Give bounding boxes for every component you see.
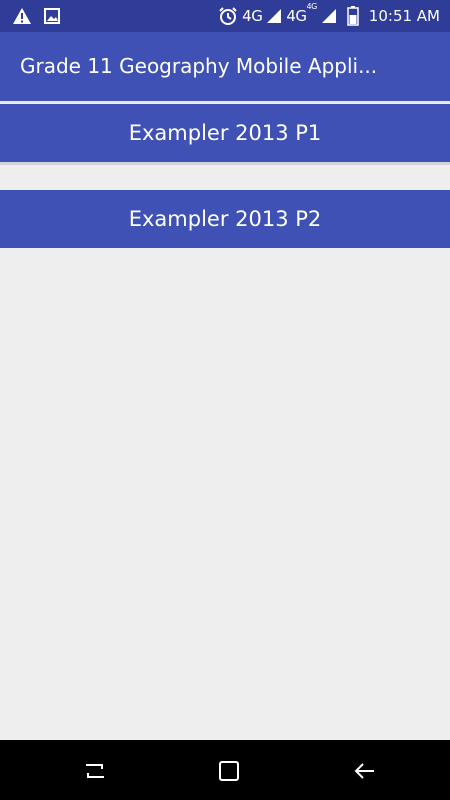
app-bar: Grade 11 Geography Mobile Appli...	[0, 32, 450, 102]
status-time: 10:51 AM	[368, 7, 440, 25]
image-icon	[44, 8, 60, 24]
app-title: Grade 11 Geography Mobile Appli...	[20, 54, 378, 78]
exampler-2013-p2-button[interactable]: Exampler 2013 P2	[0, 190, 450, 248]
status-bar: 4G 4G4G 10:51 AM	[0, 0, 450, 32]
alarm-icon	[219, 7, 237, 25]
signal-icon	[321, 9, 336, 23]
status-left-icons	[12, 7, 60, 25]
app-bar-divider	[0, 101, 450, 103]
signal-icon	[267, 9, 282, 23]
network-type-2: 4G4G	[286, 2, 317, 25]
exampler-2013-p1-button[interactable]: Exampler 2013 P1	[0, 104, 450, 162]
warning-icon	[13, 8, 31, 24]
back-icon[interactable]	[352, 758, 378, 784]
navigation-bar	[0, 740, 450, 800]
home-icon[interactable]	[216, 758, 242, 784]
status-right-icons: 4G 4G4G 10:51 AM	[218, 2, 440, 26]
button-shadow	[0, 162, 450, 165]
battery-icon	[347, 6, 359, 26]
recent-apps-icon[interactable]	[82, 758, 108, 784]
network-type-1: 4G	[242, 7, 263, 25]
